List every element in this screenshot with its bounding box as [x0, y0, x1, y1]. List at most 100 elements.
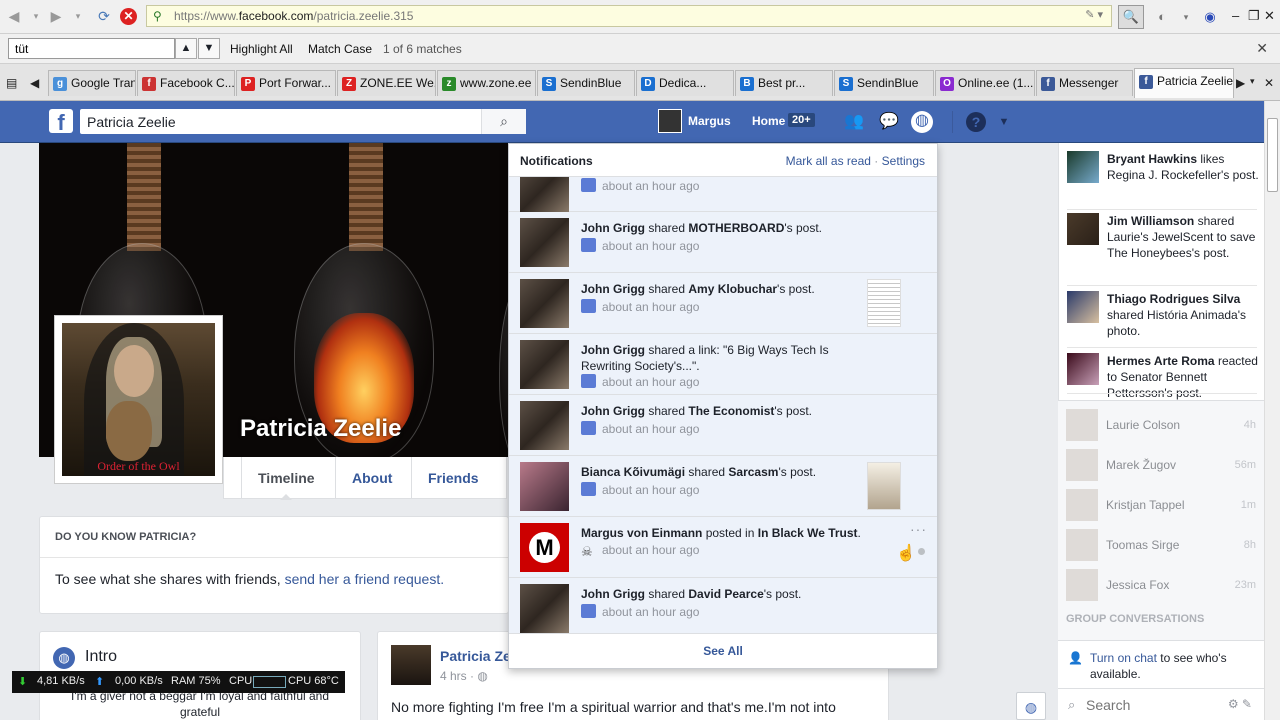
- avatar[interactable]: [520, 523, 569, 572]
- page-scrollbar[interactable]: [1264, 101, 1280, 720]
- browser-tab[interactable]: f Patricia Zeelie: [1134, 68, 1234, 98]
- avatar[interactable]: [1067, 151, 1099, 183]
- name-link[interactable]: The Economist: [688, 404, 774, 418]
- browser-tab[interactable]: B Best pr...: [735, 70, 833, 96]
- name-link[interactable]: Margus von Einmann: [581, 526, 702, 540]
- mark-all-read-link[interactable]: Mark all as read: [786, 154, 871, 168]
- search-input[interactable]: Patricia Zeelie: [87, 114, 176, 130]
- avatar[interactable]: [1066, 489, 1098, 521]
- close-tab-icon[interactable]: ✕: [1264, 76, 1274, 90]
- profile-link[interactable]: Margus: [688, 114, 731, 128]
- browser-tab[interactable]: S SendinBlue: [537, 70, 635, 96]
- minimize-icon[interactable]: –: [1232, 8, 1239, 23]
- avatar[interactable]: [520, 279, 569, 328]
- notifications-globe-icon[interactable]: ◍: [911, 111, 933, 133]
- close-find-icon[interactable]: ✕: [1256, 40, 1268, 57]
- name-link[interactable]: David Pearce: [688, 587, 763, 601]
- browser-tab[interactable]: z www.zone.ee: [437, 70, 536, 96]
- match-case-toggle[interactable]: Match Case: [308, 42, 372, 56]
- tab-about[interactable]: About: [335, 457, 408, 499]
- facebook-logo[interactable]: f: [49, 109, 73, 135]
- globe-icon[interactable]: ◉: [1200, 7, 1220, 27]
- tab-timeline[interactable]: Timeline: [241, 457, 331, 499]
- chat-contact[interactable]: Laurie Colson 4h: [1066, 409, 1256, 441]
- name-link[interactable]: Thiago Rodrigues Silva: [1107, 292, 1240, 306]
- avatar[interactable]: [391, 645, 431, 685]
- avatar[interactable]: [1066, 529, 1098, 561]
- search-icon[interactable]: 🔍: [1118, 5, 1144, 29]
- tab-list-icon[interactable]: ▤: [6, 76, 17, 90]
- avatar[interactable]: [520, 177, 569, 212]
- notification-item[interactable]: Bianca Kõivumägi shared Sarcasm's post. a…: [509, 456, 937, 517]
- avatar[interactable]: [520, 462, 569, 511]
- address-bar[interactable]: ⚲ https://www.facebook.com/patricia.zeel…: [146, 5, 1112, 27]
- home-link[interactable]: Home: [752, 114, 785, 128]
- name-link[interactable]: Jim Williamson: [1107, 214, 1194, 228]
- search-icon[interactable]: ⌕: [481, 109, 526, 134]
- avatar[interactable]: [658, 109, 682, 133]
- browser-tab[interactable]: f Messenger: [1036, 70, 1133, 96]
- browser-tab[interactable]: f Facebook C...: [137, 70, 235, 96]
- friend-requests-icon[interactable]: 👥: [843, 112, 865, 132]
- messenger-icon[interactable]: 💬: [878, 112, 900, 132]
- avatar[interactable]: [1066, 569, 1098, 601]
- avatar[interactable]: [1066, 409, 1098, 441]
- browser-tab[interactable]: S SendinBlue: [834, 70, 934, 96]
- notification-item[interactable]: John Grigg shared The Economist's post. a…: [509, 395, 937, 456]
- name-link[interactable]: MOTHERBOARD: [688, 221, 784, 235]
- account-menu-icon[interactable]: ▼: [993, 112, 1015, 132]
- facebook-search[interactable]: Patricia Zeelie ⌕: [80, 109, 526, 134]
- chat-options-icon[interactable]: ⚙ ✎: [1228, 697, 1252, 711]
- stop-button[interactable]: ✕: [120, 8, 137, 25]
- see-all-link[interactable]: See All: [509, 633, 937, 668]
- browser-tab[interactable]: Z ZONE.EE We...: [337, 70, 436, 96]
- profile-picture[interactable]: Order of the Owl: [54, 315, 223, 484]
- highlight-all-toggle[interactable]: Highlight All: [230, 42, 293, 56]
- name-link[interactable]: John Grigg: [581, 282, 645, 296]
- notification-item[interactable]: John Grigg shared MOTHERBOARD's post. abo…: [509, 212, 937, 273]
- reload-icon[interactable]: ⟳: [94, 6, 114, 26]
- more-options-icon[interactable]: ···: [910, 521, 927, 537]
- notification-item[interactable]: John Grigg shared Amy Klobuchar's post. a…: [509, 273, 937, 334]
- all-tabs-icon[interactable]: ▾: [1250, 76, 1255, 87]
- avatar[interactable]: [1066, 449, 1098, 481]
- chat-contact[interactable]: Jessica Fox 23m: [1066, 569, 1256, 601]
- notification-item[interactable]: John Grigg shared a link: "6 Big Ways Te…: [509, 334, 937, 395]
- notification-item[interactable]: about an hour ago: [509, 177, 937, 212]
- avatar[interactable]: [520, 401, 569, 450]
- tab-scroll-right-icon[interactable]: ▶: [1236, 76, 1245, 90]
- tab-scroll-left-icon[interactable]: ◀: [30, 76, 39, 90]
- post-thumbnail[interactable]: [867, 279, 901, 327]
- globe-icon[interactable]: ◍: [1016, 692, 1046, 720]
- find-input[interactable]: [8, 38, 175, 59]
- find-previous-button[interactable]: ▲: [175, 38, 197, 59]
- browser-tab[interactable]: P Port Forwar...: [236, 70, 336, 96]
- profile-name[interactable]: Patricia Zeelie: [240, 415, 401, 443]
- post-timestamp[interactable]: 4 hrs · ◍: [440, 669, 488, 683]
- tab-friends[interactable]: Friends: [411, 457, 495, 499]
- addon-dropdown-icon[interactable]: ▾: [1176, 7, 1196, 27]
- name-link[interactable]: In Black We Trust: [758, 526, 858, 540]
- send-friend-request-link[interactable]: send her a friend request.: [285, 571, 445, 587]
- avatar[interactable]: [1067, 213, 1099, 245]
- chat-contact[interactable]: Toomas Sirge 8h: [1066, 529, 1256, 561]
- chat-search-input[interactable]: [1086, 695, 1206, 715]
- browser-tab[interactable]: D Dedica...: [636, 70, 734, 96]
- avatar[interactable]: [520, 340, 569, 389]
- name-link[interactable]: John Grigg: [581, 404, 645, 418]
- addon-icon[interactable]: ◐: [1152, 7, 1172, 27]
- notification-item[interactable]: Margus von Einmann posted in In Black We…: [509, 517, 937, 578]
- browser-tab[interactable]: O Online.ee (1...: [935, 70, 1035, 96]
- name-link[interactable]: Sarcasm: [728, 465, 778, 479]
- back-dropdown-icon[interactable]: ▾: [26, 6, 46, 26]
- avatar[interactable]: [1067, 291, 1099, 323]
- help-icon[interactable]: ?: [966, 112, 986, 132]
- chat-contact[interactable]: Kristjan Tappel 1m: [1066, 489, 1256, 521]
- forward-button[interactable]: ▶: [46, 6, 66, 26]
- notification-settings-link[interactable]: Settings: [882, 154, 925, 168]
- name-link[interactable]: John Grigg: [581, 343, 645, 357]
- find-next-button[interactable]: ▼: [198, 38, 220, 59]
- name-link[interactable]: Hermes Arte Roma: [1107, 354, 1215, 368]
- restore-icon[interactable]: ❐: [1248, 8, 1260, 24]
- url-dropdown-icon[interactable]: ✎ ▾: [1085, 8, 1103, 21]
